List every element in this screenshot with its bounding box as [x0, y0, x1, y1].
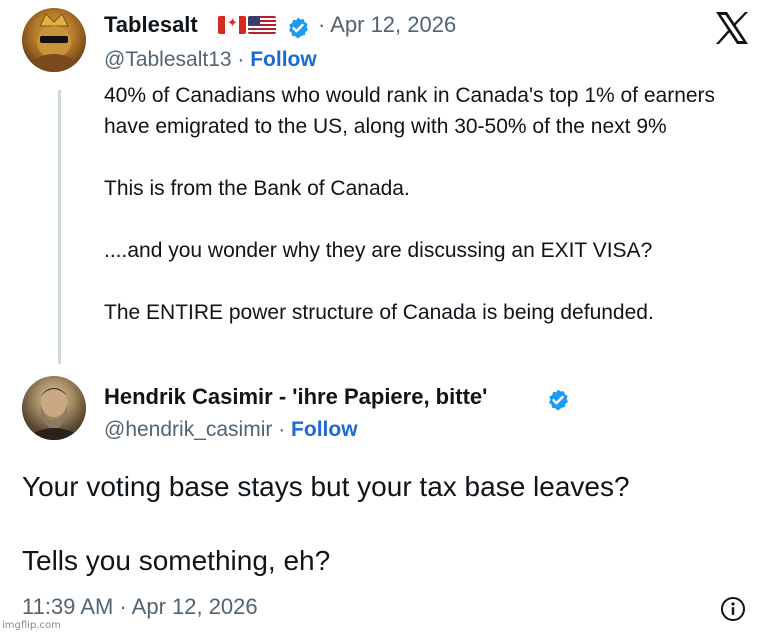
reply-author-handle[interactable]: @hendrik_casimir [104, 418, 272, 441]
post-text: 40% of Canadians who would rank in Canad… [104, 80, 754, 328]
avatar-tablesalt[interactable] [22, 8, 86, 72]
reply-author-name[interactable]: Hendrik Casimir - 'ihre Papiere, bitte' [104, 384, 487, 410]
verified-badge-icon [546, 388, 570, 417]
avatar-image-icon [30, 13, 78, 72]
imgflip-watermark: imgflip.com [2, 620, 61, 631]
reply-text: Your voting base stays but your tax base… [22, 468, 752, 580]
info-icon[interactable] [720, 596, 746, 622]
avatar-hendrik-casimir[interactable] [22, 376, 86, 440]
handle-separator: · [231, 48, 251, 71]
thread-connector-line [58, 90, 61, 364]
reply-text-line: Your voting base stays but your tax base… [22, 471, 630, 502]
author-handle[interactable]: @Tablesalt13 [104, 48, 232, 71]
follow-button[interactable]: Follow [250, 48, 317, 71]
post-date[interactable]: · Apr 12, 2026 [318, 12, 456, 38]
reply-handle-row: @hendrik_casimir · Follow [104, 418, 358, 442]
post-text-line: ....and you wonder why they are discussi… [104, 239, 653, 262]
follow-button[interactable]: Follow [291, 418, 358, 441]
avatar-image-icon [28, 387, 80, 440]
reply-text-line: Tells you something, eh? [22, 545, 331, 576]
usa-flag-icon [248, 16, 276, 34]
post-text-line: The ENTIRE power structure of Canada is … [104, 301, 654, 324]
author-name[interactable]: Tablesalt [104, 12, 198, 38]
post-text-line: This is from the Bank of Canada. [104, 177, 410, 200]
canada-flag-icon [218, 16, 246, 34]
author-flags [218, 16, 276, 34]
handle-separator: · [272, 418, 292, 441]
author-handle-row: @Tablesalt13 · Follow [104, 48, 317, 72]
verified-badge-icon [286, 16, 310, 45]
reply-timestamp[interactable]: 11:39 AM · Apr 12, 2026 [22, 594, 258, 620]
x-logo-icon[interactable] [712, 8, 752, 48]
post-text-line: 40% of Canadians who would rank in Canad… [104, 84, 716, 138]
